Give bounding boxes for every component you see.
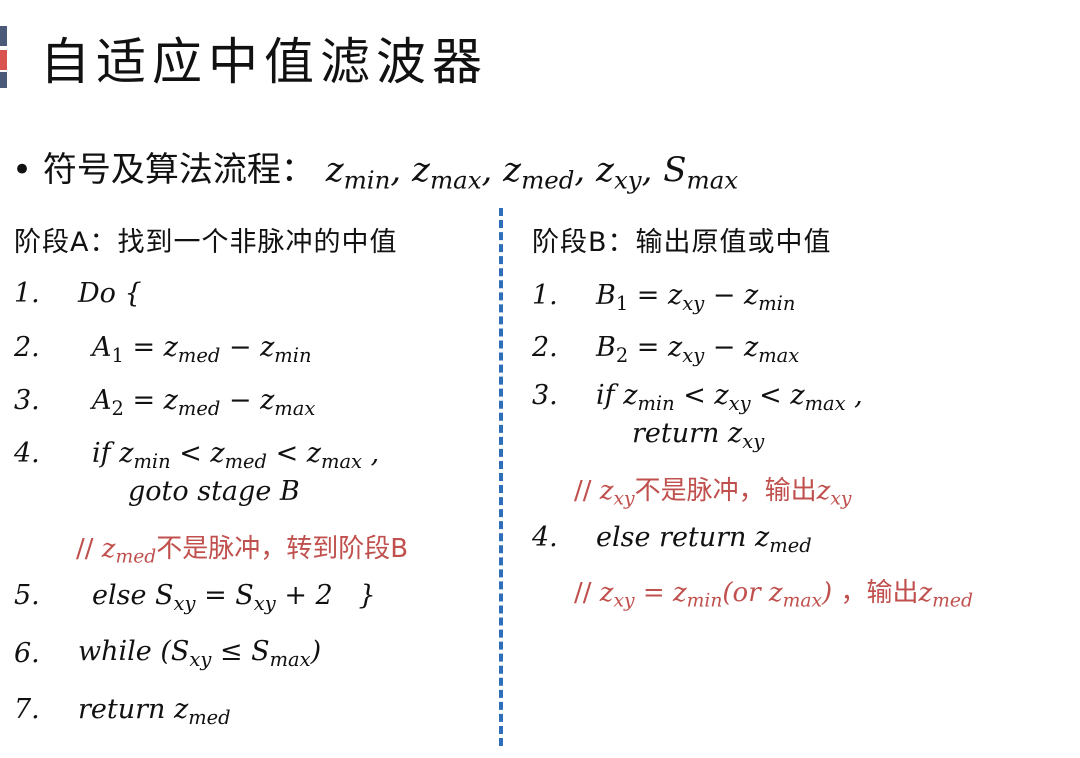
- slide-title: 自适应中值滤波器: [40, 33, 488, 91]
- stage-a-step-num: 7.: [14, 694, 40, 725]
- stage-b-step-num: 2.: [532, 332, 558, 363]
- stage-a-step-num: 6.: [14, 638, 40, 669]
- stage-b-step-num: 4.: [532, 522, 558, 553]
- stage-b-step-3-continuation: return zxy: [632, 418, 765, 453]
- bullet-marker: •: [12, 150, 33, 190]
- stage-a-heading: 阶段A：找到一个非脉冲的中值: [14, 227, 398, 258]
- stage-a-step-num: 5.: [14, 580, 40, 611]
- accent-bar-bottom: [0, 72, 7, 88]
- bullet-label: 符号及算法流程：: [42, 150, 315, 190]
- stage-a-step-6: while (Sxy ≤ Smax): [78, 636, 322, 671]
- stage-b-step-1: B1 = zxy − zmin: [596, 280, 796, 315]
- stage-a-step-num: 4.: [14, 438, 40, 469]
- column-divider: [499, 208, 503, 746]
- stage-b-comment-2: // zxy = zmin(or zmax) ，输出zmed: [574, 578, 973, 612]
- accent-bar-middle: [0, 50, 7, 70]
- stage-a-step-4-continuation: goto stage B: [128, 476, 300, 507]
- stage-a-step-3: A2 = zmed − zmax: [92, 385, 316, 420]
- accent-bar-top: [0, 26, 7, 46]
- stage-a-step-2: A1 = zmed − zmin: [92, 332, 312, 367]
- stage-a-step-num: 2.: [14, 332, 40, 363]
- stage-a-step-7: return zmed: [78, 694, 231, 729]
- bullet-symbols: zmin, zmax, zmed, zxy, Smax: [325, 150, 739, 195]
- stage-b-step-num: 1.: [532, 280, 558, 311]
- bullet-symbols-line: • 符号及算法流程： zmin, zmax, zmed, zxy, Smax: [12, 142, 739, 195]
- stage-b-heading: 阶段B：输出原值或中值: [532, 227, 832, 258]
- stage-b-comment-1: // zxy不是脉冲，输出zxy: [574, 476, 852, 510]
- stage-a-step-1: Do {: [78, 278, 142, 309]
- stage-b-step-2: B2 = zxy − zmax: [596, 332, 800, 367]
- stage-a-step-5: else Sxy = Sxy + 2 }: [92, 580, 376, 615]
- stage-b-step-num: 3.: [532, 380, 558, 411]
- stage-a-step-4: if zmin < zmed < zmax ,: [92, 438, 380, 473]
- stage-b-step-3: if zmin < zxy < zmax ,: [596, 380, 863, 415]
- stage-b-step-4: else return zmed: [596, 522, 812, 557]
- stage-a-comment: // zmed不是脉冲，转到阶段B: [76, 534, 409, 568]
- stage-a-step-num: 1.: [14, 278, 40, 309]
- stage-a-step-num: 3.: [14, 385, 40, 416]
